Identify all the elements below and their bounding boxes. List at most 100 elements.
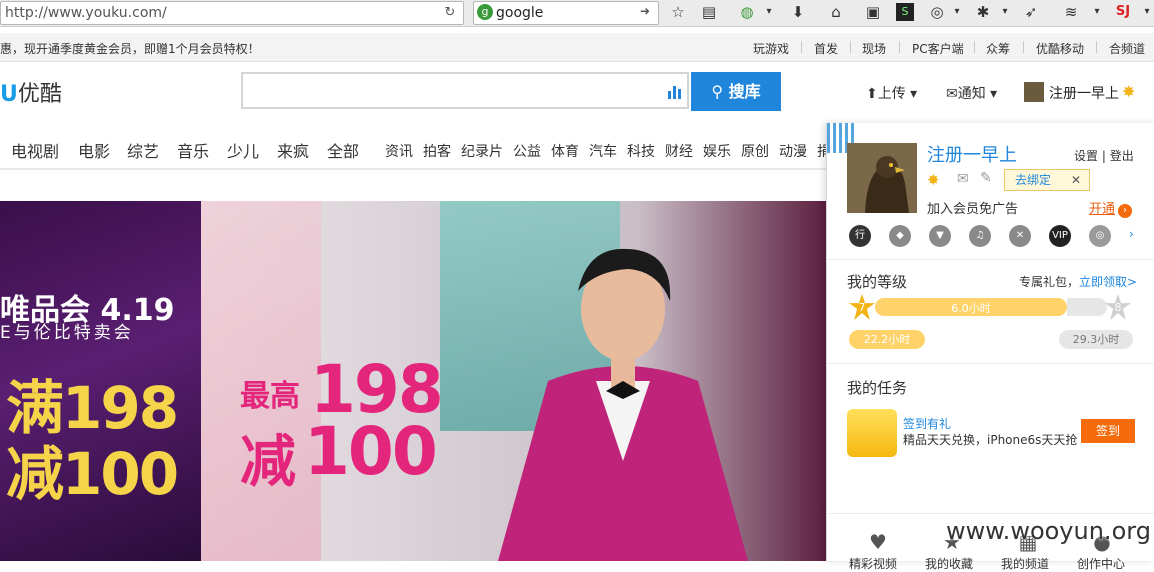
- watermark: www.wooyun.org: [946, 517, 1151, 545]
- download-icon[interactable]: ⬇: [787, 2, 809, 22]
- user-avatar[interactable]: [847, 143, 917, 213]
- chevron-down-icon[interactable]: ▾: [1136, 2, 1154, 22]
- home-icon[interactable]: ⌂: [825, 2, 847, 22]
- search-engine-label[interactable]: google: [496, 5, 543, 21]
- ad-label-minus: 减: [240, 430, 296, 495]
- topnav-live[interactable]: 现场: [862, 40, 886, 57]
- channel-paike[interactable]: 拍客: [423, 141, 451, 161]
- badge-globe-icon[interactable]: ◎: [1089, 225, 1111, 247]
- notify-button[interactable]: ✉通知 ▾: [946, 83, 997, 103]
- phone-bind-icon[interactable]: ✎: [980, 170, 992, 186]
- topnav-crowdfunding[interactable]: 众筹: [986, 40, 1010, 57]
- extension-icon[interactable]: S: [896, 3, 914, 21]
- search-button[interactable]: ⚲ 搜库: [691, 72, 781, 111]
- arrow-right-icon[interactable]: ➜: [640, 4, 650, 18]
- cursor-icon[interactable]: ➶: [1020, 2, 1042, 22]
- channel-tech[interactable]: 科技: [627, 141, 655, 161]
- site-top-bar: 惠，现开通季度黄金会员，即赠1个月会员特权！ 玩游戏 首发 现场 PC客户端 众…: [0, 33, 1154, 62]
- url-text[interactable]: http://www.youku.com/: [5, 5, 167, 21]
- channel-anime[interactable]: 动漫: [779, 141, 807, 161]
- avatar[interactable]: [1024, 82, 1044, 102]
- search-icon: ⚲: [711, 82, 724, 101]
- section-divider: [827, 513, 1154, 514]
- open-vip-link[interactable]: 开通 ›: [1089, 198, 1133, 218]
- channel-music[interactable]: 音乐: [177, 138, 209, 162]
- hero-banner[interactable]: 唯品会 4.19 E与伦比特卖会 满198 减100 最高 198 减 100: [0, 201, 826, 561]
- chevron-down-icon[interactable]: ▾: [946, 2, 968, 22]
- layers-icon[interactable]: ≋: [1060, 2, 1082, 22]
- bottom-label[interactable]: 我的收藏: [925, 555, 973, 572]
- channel-tv[interactable]: 电视剧: [11, 138, 59, 162]
- addon-icon[interactable]: ◍: [736, 2, 758, 22]
- channel-ent[interactable]: 娱乐: [703, 141, 731, 161]
- divider: [850, 41, 851, 53]
- badge-helmet-icon[interactable]: ◆: [889, 225, 911, 247]
- promo-text[interactable]: 惠，现开通季度黄金会员，即赠1个月会员特权！: [0, 40, 260, 57]
- reader-icon[interactable]: ▤: [698, 2, 720, 22]
- bind-link[interactable]: 去绑定: [1015, 170, 1051, 190]
- vip-level-icon[interactable]: ✸: [927, 171, 940, 189]
- bar-chart-icon[interactable]: [667, 83, 683, 99]
- mail-icon[interactable]: ✉: [957, 171, 969, 187]
- channel-sports[interactable]: 体育: [551, 141, 579, 161]
- chevron-down-icon[interactable]: ▾: [1086, 2, 1108, 22]
- divider: [801, 41, 802, 53]
- topnav-premiere[interactable]: 首发: [814, 40, 838, 57]
- channel-nav: 电视剧 电影 综艺 音乐 少儿 来疯 全部 资讯 拍客 纪录片 公益 体育 汽车…: [0, 138, 831, 170]
- gift-box-icon: [847, 409, 897, 457]
- level-progress-bar: 6.0小时: [875, 298, 1067, 316]
- channel-variety[interactable]: 综艺: [127, 138, 159, 162]
- bottom-label[interactable]: 精彩视频: [849, 555, 897, 572]
- channel-all[interactable]: 全部: [327, 138, 359, 162]
- gift-pack: 专属礼包，立即领取>: [1019, 275, 1138, 289]
- logout-link[interactable]: 登出: [1110, 149, 1134, 163]
- bug-icon[interactable]: ✱: [972, 2, 994, 22]
- sj-extension-icon[interactable]: SJ: [1112, 2, 1134, 22]
- search-input[interactable]: [241, 72, 689, 109]
- channel-documentary[interactable]: 纪录片: [461, 141, 503, 161]
- channel-kids[interactable]: 少儿: [227, 138, 259, 162]
- mail-icon: ✉: [946, 86, 958, 102]
- topnav-channel[interactable]: 合频道: [1109, 40, 1145, 57]
- heart-icon[interactable]: ♥: [867, 531, 889, 553]
- badge-wolf-icon[interactable]: ▼: [929, 225, 951, 247]
- youku-logo[interactable]: U优酷: [0, 76, 62, 108]
- task-title: 我的任务: [847, 379, 908, 397]
- channel-news[interactable]: 资讯: [385, 141, 413, 161]
- channel-finance[interactable]: 财经: [665, 141, 693, 161]
- close-icon[interactable]: ✕: [1071, 170, 1081, 190]
- upload-button[interactable]: ⬆上传 ▾: [866, 83, 917, 103]
- task-name[interactable]: 签到有礼: [903, 415, 951, 432]
- topnav-mobile[interactable]: 优酷移动: [1036, 40, 1084, 57]
- browser-search-box[interactable]: g google ➜: [473, 1, 659, 25]
- user-dropdown-panel: 注册一早上 设置 | 登出 ✸ ✉ ✎ 去绑定 ✕ 加入会员免广告 开通 › 行 …: [826, 123, 1154, 571]
- panel-username[interactable]: 注册一早上: [927, 141, 1017, 167]
- channel-original[interactable]: 原创: [741, 141, 769, 161]
- address-bar[interactable]: http://www.youku.com/ ↻: [0, 1, 464, 25]
- checkin-button[interactable]: 签到: [1081, 419, 1135, 443]
- topnav-pc-client[interactable]: PC客户端: [912, 40, 964, 57]
- notes-icon[interactable]: ▣: [862, 2, 884, 22]
- settings-link[interactable]: 设置: [1074, 149, 1098, 163]
- bottom-label[interactable]: 我的频道: [1001, 555, 1049, 572]
- bottom-label[interactable]: 创作中心: [1077, 555, 1125, 572]
- channel-auto[interactable]: 汽车: [589, 141, 617, 161]
- badge-music-icon[interactable]: ♫: [969, 225, 991, 247]
- vip-ad-panel[interactable]: 唯品会 4.19 E与伦比特卖会 满198 减100: [0, 201, 201, 561]
- channel-charity[interactable]: 公益: [513, 141, 541, 161]
- badge-vip-icon[interactable]: VIP: [1049, 225, 1071, 247]
- topnav-games[interactable]: 玩游戏: [753, 40, 789, 57]
- badge-x-icon[interactable]: ✕: [1009, 225, 1031, 247]
- header-username[interactable]: 注册一早上: [1049, 83, 1119, 103]
- star-icon[interactable]: ☆: [667, 2, 689, 22]
- badge-hangye-icon[interactable]: 行: [849, 225, 871, 247]
- channel-movie[interactable]: 电影: [78, 138, 110, 162]
- gift-claim-link[interactable]: 立即领取>: [1079, 275, 1137, 289]
- chevron-down-icon[interactable]: ▾: [994, 2, 1016, 22]
- reload-icon[interactable]: ↻: [441, 4, 459, 22]
- chevron-down-icon[interactable]: ▾: [758, 2, 780, 22]
- presenter-image: [498, 248, 748, 561]
- globe-icon[interactable]: ◎: [926, 2, 948, 22]
- badges-next-icon[interactable]: ›: [1129, 227, 1134, 241]
- channel-laifeng[interactable]: 来疯: [277, 138, 309, 162]
